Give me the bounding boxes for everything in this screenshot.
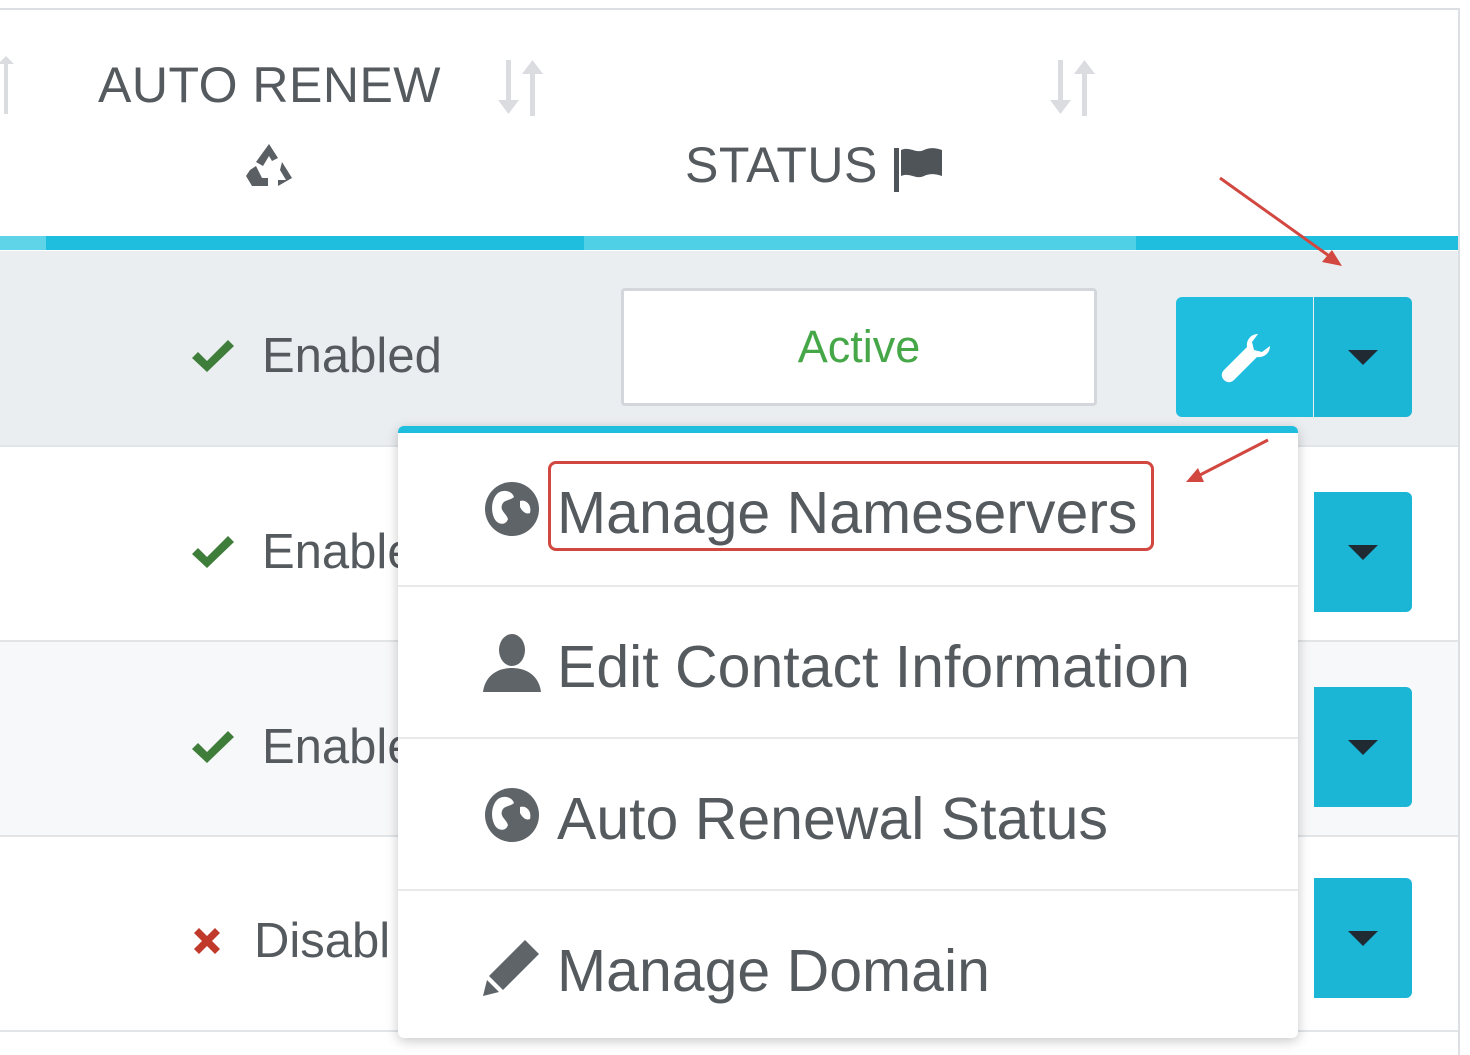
dropdown-toggle-button[interactable] xyxy=(1314,492,1412,612)
status-value: Active xyxy=(797,321,921,372)
status-badge: Active xyxy=(621,288,1097,406)
wrench-icon xyxy=(1221,334,1270,383)
caret-down-icon xyxy=(1348,544,1378,560)
cross-icon xyxy=(194,928,220,954)
auto-renew-value: Enabled xyxy=(262,329,442,383)
check-icon xyxy=(192,731,234,763)
status-header[interactable]: STATUS xyxy=(685,136,878,194)
caret-down-icon xyxy=(1348,349,1378,365)
auto-renew-cell: Enable xyxy=(190,524,415,580)
globe-icon xyxy=(480,783,544,847)
header-underline xyxy=(1136,236,1458,250)
header-underline xyxy=(584,236,1136,250)
menu-item-auto-renewal-status[interactable]: Auto Renewal Status xyxy=(398,737,1298,887)
auto-renew-cell: Disabl xyxy=(190,913,390,969)
auto-renew-value: Disabl xyxy=(254,914,391,968)
auto-renew-header[interactable]: AUTO RENEW xyxy=(98,56,441,114)
menu-item-label: Auto Renewal Status xyxy=(557,786,1108,852)
auto-renew-cell: Enable xyxy=(190,719,415,775)
caret-down-icon xyxy=(1348,930,1378,946)
check-icon xyxy=(192,536,234,568)
pencil-icon xyxy=(480,935,544,999)
auto-renew-value: Enable xyxy=(262,525,415,579)
menu-item-manage-domain[interactable]: Manage Domain xyxy=(398,889,1298,1039)
dropdown-toggle-button[interactable] xyxy=(1314,297,1412,417)
header-underline xyxy=(46,236,584,250)
menu-item-label: Manage Domain xyxy=(557,938,990,1004)
dropdown-toggle-button[interactable] xyxy=(1314,878,1412,998)
auto-renew-value: Enable xyxy=(262,720,415,774)
sort-icon[interactable] xyxy=(496,56,550,118)
manage-button[interactable] xyxy=(1176,297,1313,417)
sort-icon[interactable] xyxy=(1048,56,1102,118)
annotation-highlight-box xyxy=(548,461,1154,551)
caret-down-icon xyxy=(1348,739,1378,755)
menu-item-label: Edit Contact Information xyxy=(557,634,1190,700)
check-icon xyxy=(192,340,234,372)
row-actions-button-group[interactable] xyxy=(1176,297,1412,417)
header-underline xyxy=(0,236,46,250)
auto-renew-cell: Enabled xyxy=(190,328,442,384)
recycle-icon xyxy=(246,144,292,186)
flag-icon xyxy=(894,148,942,192)
menu-item-edit-contact-information[interactable]: Edit Contact Information xyxy=(398,585,1298,735)
sort-icon[interactable] xyxy=(0,56,14,116)
user-icon xyxy=(480,631,544,695)
dropdown-toggle-button[interactable] xyxy=(1314,687,1412,807)
globe-icon xyxy=(480,477,544,541)
